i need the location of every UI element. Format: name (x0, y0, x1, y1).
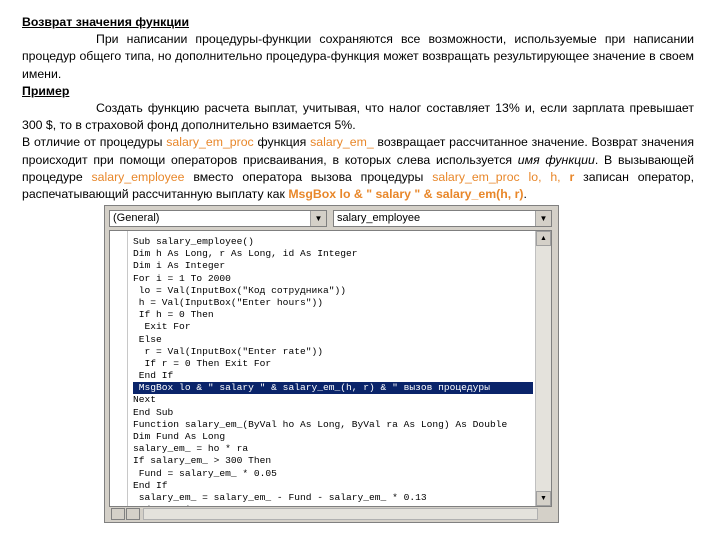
code-line[interactable]: End Function (133, 504, 533, 506)
scroll-down-icon[interactable]: ▼ (536, 491, 551, 506)
editor-bottom-bar (109, 508, 552, 520)
code-line[interactable]: Dim h As Long, r As Long, id As Integer (133, 248, 533, 260)
code-line[interactable]: h = Val(InputBox("Enter hours")) (133, 297, 533, 309)
code-line[interactable]: Exit For (133, 321, 533, 333)
code-line[interactable]: Dim Fund As Long (133, 431, 533, 443)
chevron-down-icon[interactable]: ▼ (310, 211, 326, 226)
full-module-view-icon[interactable] (126, 508, 140, 520)
code-line[interactable]: End If (133, 480, 533, 492)
object-dropdown-value: (General) (113, 212, 160, 224)
code-line[interactable]: If salary_em_ > 300 Then (133, 455, 533, 467)
code-line[interactable]: Fund = salary_em_ * 0.05 (133, 468, 533, 480)
paragraph-example: Создать функцию расчета выплат, учитывая… (22, 101, 694, 133)
text-segment: В отличие от процедуры (22, 135, 167, 150)
code-line[interactable]: Dim i As Integer (133, 260, 533, 272)
code-line[interactable]: MsgBox lo & " salary " & salary_em_(h, r… (133, 382, 533, 395)
code-gutter (110, 231, 128, 506)
code-line[interactable]: salary_em_ = salary_em_ - Fund - salary_… (133, 492, 533, 504)
highlight-call-statement: salary_em_proc lo, h, (432, 169, 561, 184)
code-line[interactable]: salary_em_ = ho * ra (133, 443, 533, 455)
italic-function-name: имя функции (517, 152, 595, 167)
code-editor[interactable]: Sub salary_employee() Dim h As Long, r As… (109, 230, 552, 507)
horizontal-scrollbar[interactable] (143, 508, 538, 520)
highlight-msgbox: MsgBox lo & " salary " & salary_em(h, r) (288, 187, 524, 202)
code-line[interactable]: End If (133, 370, 533, 382)
vertical-scrollbar[interactable]: ▲ ▼ (535, 231, 551, 506)
object-dropdown[interactable]: (General) ▼ (109, 210, 327, 227)
procedure-dropdown[interactable]: salary_employee ▼ (333, 210, 552, 227)
procedure-view-icon[interactable] (111, 508, 125, 520)
code-line[interactable]: If r = 0 Then Exit For (133, 358, 533, 370)
text-segment: функция (253, 135, 311, 150)
code-line[interactable]: Sub salary_employee() (133, 236, 533, 248)
scroll-up-icon[interactable]: ▲ (536, 231, 551, 246)
highlight-salary-employee: salary_employee (91, 169, 185, 184)
highlight-salary-em-proc: salary_em_proc (166, 135, 254, 150)
text-segment: вместо оператора вызова процедуры (184, 169, 433, 184)
code-line[interactable]: lo = Val(InputBox("Код сотрудника")) (133, 285, 533, 297)
code-line[interactable]: End Sub (133, 407, 533, 419)
code-lines: Sub salary_employee() Dim h As Long, r As… (133, 236, 533, 506)
heading-return-value: Возврат значения функции (22, 15, 190, 29)
code-line[interactable]: If h = 0 Then (133, 309, 533, 321)
code-line[interactable]: Next (133, 394, 533, 406)
chevron-down-icon[interactable]: ▼ (535, 211, 551, 226)
code-line[interactable]: For i = 1 To 2000 (133, 273, 533, 285)
highlight-salary-em: salary_em_ (310, 135, 374, 150)
procedure-dropdown-value: salary_employee (337, 212, 421, 224)
code-line[interactable]: r = Val(InputBox("Enter rate")) (133, 346, 533, 358)
paragraph-intro: При написании процедуры-функции сохраняю… (22, 32, 694, 81)
text-segment: . (523, 187, 527, 202)
paragraph-explanation: В отличие от процедуры salary_em_proc фу… (22, 134, 694, 203)
heading-example: Пример (22, 83, 70, 98)
code-line[interactable]: Function salary_em_(ByVal ho As Long, By… (133, 419, 533, 431)
document-body: Возврат значения функции При написании п… (22, 14, 694, 203)
vba-code-window: (General) ▼ salary_employee ▼ Sub salary… (104, 205, 559, 523)
code-line[interactable]: Else (133, 334, 533, 346)
